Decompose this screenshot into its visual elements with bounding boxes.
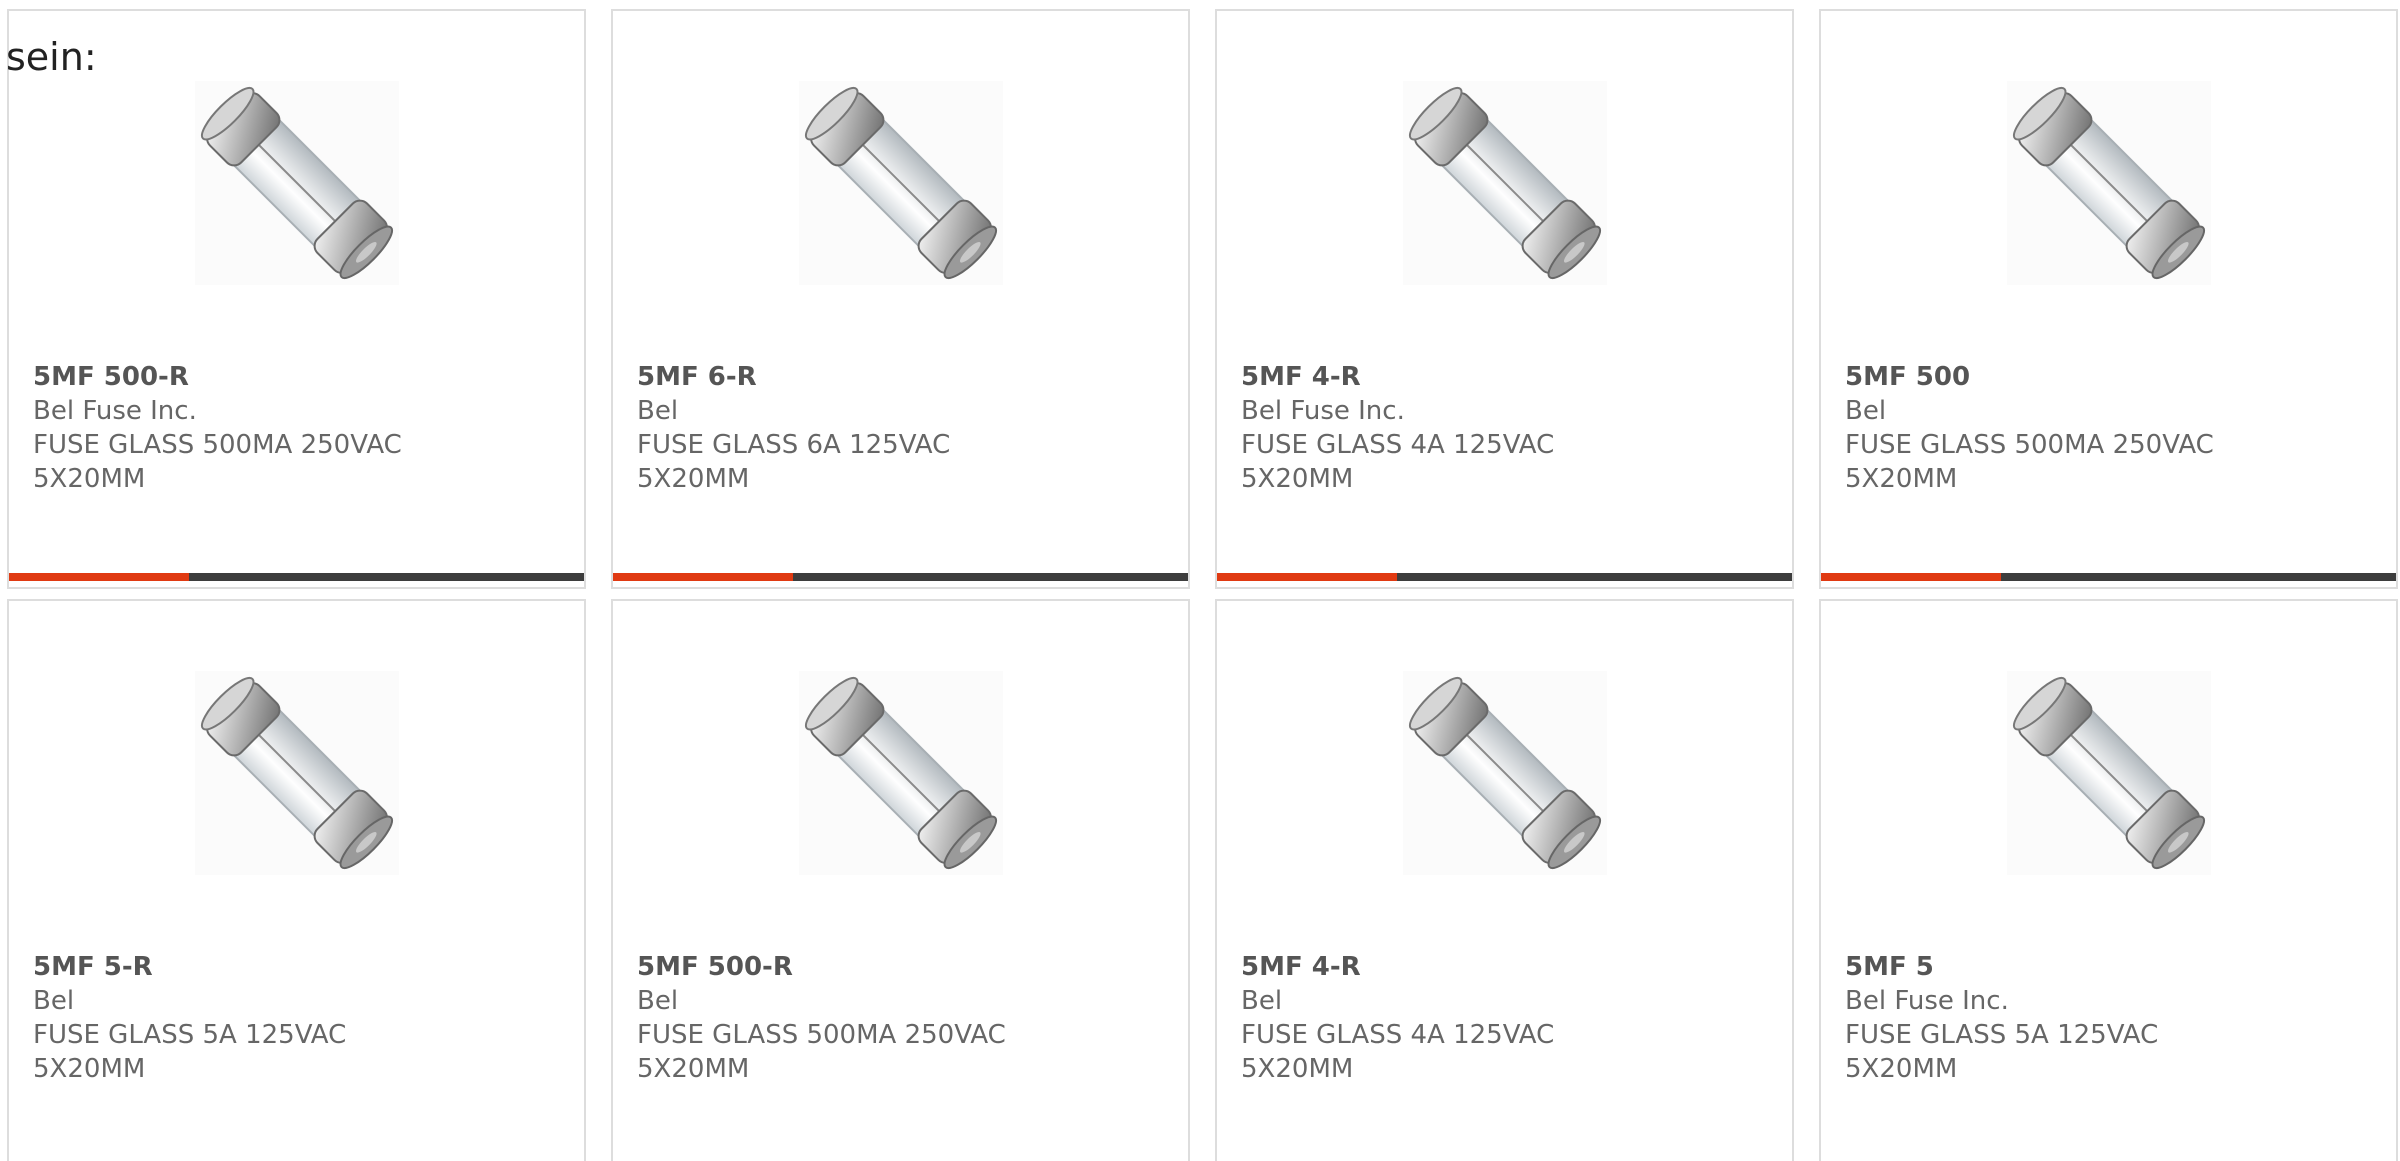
product-card[interactable]: 5MF 5-R Bel FUSE GLASS 5A 125VAC 5X20MM — [7, 599, 586, 1161]
product-card[interactable]: 5MF 500-R Bel FUSE GLASS 500MA 250VAC 5X… — [611, 599, 1190, 1161]
manufacturer: Bel — [33, 986, 75, 1016]
manufacturer: Bel — [1845, 396, 1887, 426]
product-description: FUSE GLASS 5A 125VAC 5X20MM — [1845, 1020, 2159, 1084]
card-accent-bar — [1821, 573, 2396, 581]
product-description: FUSE GLASS 6A 125VAC 5X20MM — [637, 430, 951, 494]
accent-fill — [613, 573, 794, 581]
product-description: FUSE GLASS 4A 125VAC 5X20MM — [1241, 430, 1555, 494]
product-description: FUSE GLASS 500MA 250VAC 5X20MM — [637, 1020, 1006, 1084]
part-number[interactable]: 5MF 500-R — [33, 360, 453, 394]
intro-text: sein: — [6, 35, 97, 79]
product-card[interactable]: 5MF 500 Bel FUSE GLASS 500MA 250VAC 5X20… — [1819, 9, 2398, 589]
product-grid-page: sein: 5MF 500-R Bel Fuse Inc. FUSE GLASS… — [0, 0, 2400, 1161]
glass-fuse-icon[interactable] — [1403, 81, 1607, 285]
part-number[interactable]: 5MF 5-R — [33, 950, 453, 984]
glass-fuse-icon[interactable] — [195, 81, 399, 285]
card-accent-bar — [613, 573, 1188, 581]
glass-fuse-icon[interactable] — [2007, 671, 2211, 875]
product-description: FUSE GLASS 500MA 250VAC 5X20MM — [1845, 430, 2214, 494]
card-accent-bar — [9, 573, 584, 581]
product-card[interactable]: 5MF 6-R Bel FUSE GLASS 6A 125VAC 5X20MM — [611, 9, 1190, 589]
part-number[interactable]: 5MF 500 — [1845, 360, 2265, 394]
glass-fuse-icon[interactable] — [2007, 81, 2211, 285]
product-card[interactable]: 5MF 5 Bel Fuse Inc. FUSE GLASS 5A 125VAC… — [1819, 599, 2398, 1161]
accent-fill — [1217, 573, 1398, 581]
product-description: FUSE GLASS 5A 125VAC 5X20MM — [33, 1020, 347, 1084]
manufacturer: Bel — [637, 986, 679, 1016]
part-number[interactable]: 5MF 500-R — [637, 950, 1057, 984]
part-number[interactable]: 5MF 4-R — [1241, 360, 1661, 394]
manufacturer: Bel — [637, 396, 679, 426]
product-card[interactable]: 5MF 4-R Bel Fuse Inc. FUSE GLASS 4A 125V… — [1215, 9, 1794, 589]
glass-fuse-icon[interactable] — [1403, 671, 1607, 875]
glass-fuse-icon[interactable] — [799, 81, 1003, 285]
manufacturer: Bel — [1241, 986, 1283, 1016]
manufacturer: Bel Fuse Inc. — [1845, 986, 2009, 1016]
product-card[interactable]: 5MF 500-R Bel Fuse Inc. FUSE GLASS 500MA… — [7, 9, 586, 589]
part-number[interactable]: 5MF 5 — [1845, 950, 2265, 984]
accent-fill — [1821, 573, 2002, 581]
product-description: FUSE GLASS 4A 125VAC 5X20MM — [1241, 1020, 1555, 1084]
accent-fill — [9, 573, 190, 581]
product-card[interactable]: 5MF 4-R Bel FUSE GLASS 4A 125VAC 5X20MM — [1215, 599, 1794, 1161]
part-number[interactable]: 5MF 6-R — [637, 360, 1057, 394]
glass-fuse-icon[interactable] — [799, 671, 1003, 875]
glass-fuse-icon[interactable] — [195, 671, 399, 875]
manufacturer: Bel Fuse Inc. — [1241, 396, 1405, 426]
product-description: FUSE GLASS 500MA 250VAC 5X20MM — [33, 430, 402, 494]
part-number[interactable]: 5MF 4-R — [1241, 950, 1661, 984]
card-accent-bar — [1217, 573, 1792, 581]
manufacturer: Bel Fuse Inc. — [33, 396, 197, 426]
